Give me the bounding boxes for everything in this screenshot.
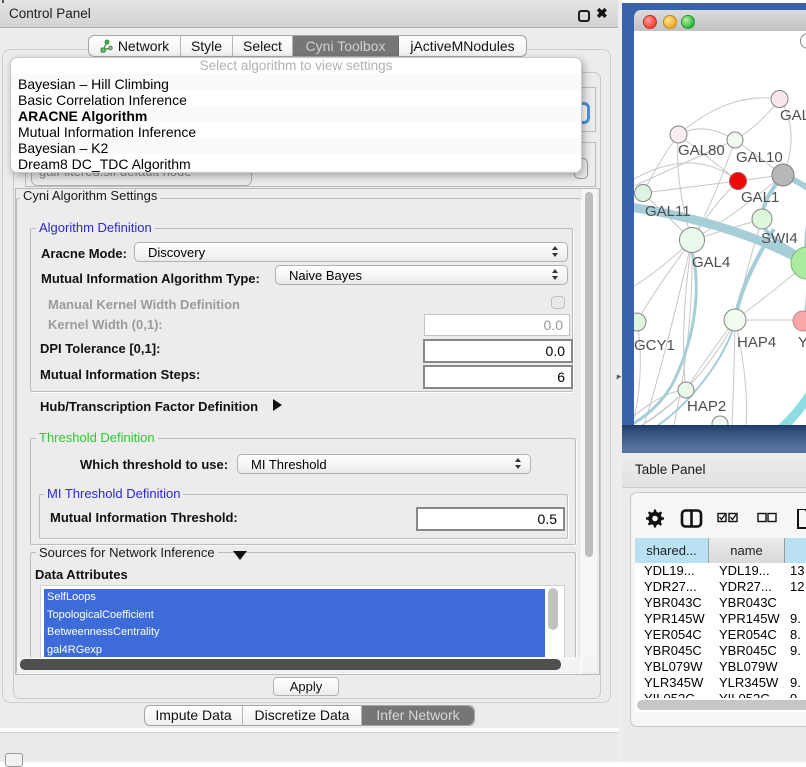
svg-text:GAL10: GAL10 xyxy=(736,149,783,166)
svg-text:SWI4: SWI4 xyxy=(761,230,798,247)
svg-text:HAP2: HAP2 xyxy=(687,398,726,415)
svg-text:GAL80: GAL80 xyxy=(678,142,725,159)
svg-text:YM: YM xyxy=(798,334,806,351)
svg-text:GAL11: GAL11 xyxy=(645,203,691,220)
svg-text:GCY1: GCY1 xyxy=(634,337,675,354)
svg-text:GAL1: GAL1 xyxy=(741,189,779,206)
svg-text:GAL4: GAL4 xyxy=(692,254,730,271)
svg-text:HAP4: HAP4 xyxy=(737,334,776,351)
svg-text:GAL7: GAL7 xyxy=(780,107,806,124)
